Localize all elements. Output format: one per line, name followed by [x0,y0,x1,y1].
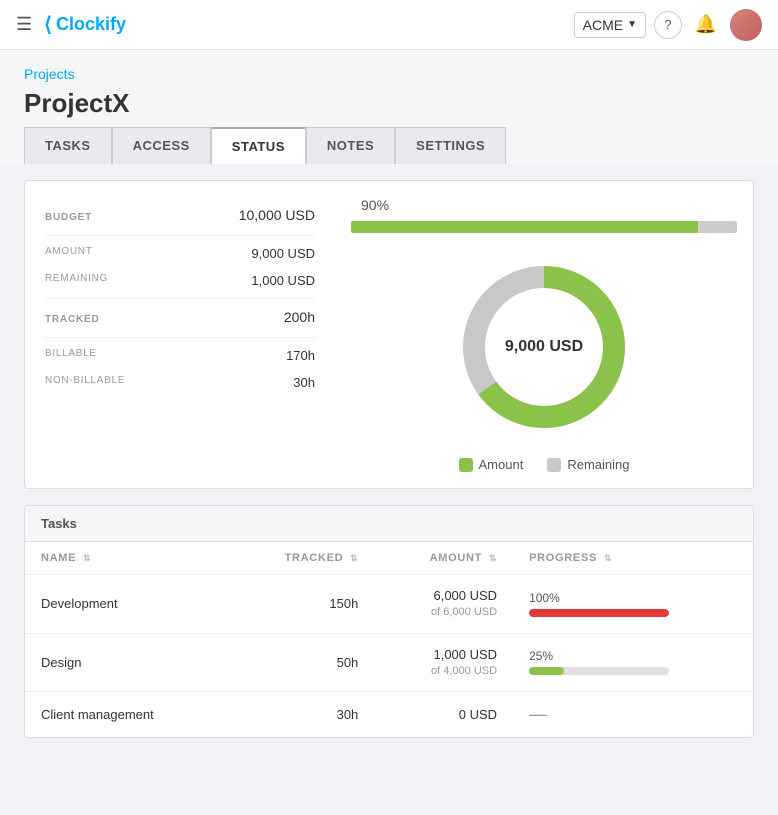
budget-section: BUDGET 10,000 USD AMOUNT 9,000 USD REMAI… [25,181,335,488]
nonbillable-label: NON-BILLABLE [45,375,125,390]
legend-remaining-dot [547,458,561,472]
amount-sub: of 6,000 USD [390,605,497,620]
donut-chart: 9,000 USD [454,257,634,437]
tasks-panel-header: Tasks [25,506,753,542]
breadcrumb-link[interactable]: Projects [24,66,75,82]
amount-row: AMOUNT 9,000 USD [45,240,315,267]
breadcrumb-area: Projects ProjectX [0,50,778,127]
amount-main: 0 USD [390,706,497,724]
remaining-value: 1,000 USD [251,273,315,288]
legend-amount-dot [459,458,473,472]
amount-label: AMOUNT [45,246,93,261]
remaining-label: REMAINING [45,273,108,288]
page-title: ProjectX [24,88,754,119]
task-progress-fill [529,609,669,617]
sort-amount-icon: ⇅ [489,553,497,563]
progress-dash: — [529,704,547,724]
table-row: Development150h6,000 USDof 6,000 USD 100… [25,575,753,634]
col-name[interactable]: NAME ⇅ [25,542,227,575]
task-name-cell: Development [25,575,227,634]
tab-access[interactable]: ACCESS [112,127,211,164]
task-progress-cell: 100% [513,575,753,634]
task-amount-cell: 1,000 USDof 4,000 USD [374,633,513,692]
nonbillable-value: 30h [293,375,315,390]
sort-progress-icon: ⇅ [604,553,612,563]
chart-section: 90% 9,000 USD Amount [335,181,753,488]
table-row: Design50h1,000 USDof 4,000 USD 25% [25,633,753,692]
tracked-total-row: TRACKED 200h [45,299,315,338]
nonbillable-row: NON-BILLABLE 30h [45,369,315,396]
sort-name-icon: ⇅ [83,553,91,563]
progress-label: 100% [529,591,737,605]
tab-tasks[interactable]: TASKS [24,127,112,164]
table-header-row: NAME ⇅ TRACKED ⇅ AMOUNT ⇅ PROGRESS ⇅ [25,542,753,575]
acme-button[interactable]: ACME ▼ [574,12,646,38]
tab-status[interactable]: STATUS [211,127,306,164]
chart-legend: Amount Remaining [459,457,630,472]
app-logo: ⟨ Clockify [44,12,574,37]
task-progress-cell: — [513,692,753,738]
chevron-down-icon: ▼ [627,19,637,30]
tabs-bar: TASKS ACCESS STATUS NOTES SETTINGS [0,127,778,164]
tracked-value: 200h [284,309,315,325]
task-amount-cell: 0 USD [374,692,513,738]
task-name-cell: Design [25,633,227,692]
col-progress[interactable]: PROGRESS ⇅ [513,542,753,575]
logo-text: Clockify [56,14,126,35]
sort-tracked-icon: ⇅ [350,553,358,563]
logo-bracket: ⟨ [44,12,52,37]
bell-icon[interactable]: 🔔 [690,9,722,41]
budget-total-row: BUDGET 10,000 USD [45,197,315,236]
progress-label: 25% [529,649,737,663]
task-tracked-cell: 150h [227,575,374,634]
col-tracked[interactable]: TRACKED ⇅ [227,542,374,575]
tasks-table: NAME ⇅ TRACKED ⇅ AMOUNT ⇅ PROGRESS ⇅ [25,542,753,737]
billable-label: BILLABLE [45,348,97,363]
task-tracked-cell: 30h [227,692,374,738]
legend-remaining-label: Remaining [567,457,629,472]
tracked-label: TRACKED [45,314,100,325]
legend-remaining: Remaining [547,457,629,472]
task-tracked-cell: 50h [227,633,374,692]
amount-remaining-section: AMOUNT 9,000 USD REMAINING 1,000 USD [45,236,315,299]
remaining-row: REMAINING 1,000 USD [45,267,315,294]
amount-sub: of 4,000 USD [390,664,497,679]
avatar-image [730,9,762,41]
donut-center-value: 9,000 USD [505,338,583,356]
budget-label: BUDGET [45,212,92,223]
help-button[interactable]: ? [654,11,682,39]
legend-amount-label: Amount [479,457,524,472]
amount-main: 6,000 USD [390,587,497,605]
tab-settings[interactable]: SETTINGS [395,127,506,164]
table-row: Client management30h 0 USD — [25,692,753,738]
legend-amount: Amount [459,457,524,472]
col-amount[interactable]: AMOUNT ⇅ [374,542,513,575]
menu-icon[interactable]: ☰ [16,14,32,35]
chart-progress-bar [351,221,737,233]
budget-total-value: 10,000 USD [239,207,315,223]
task-progress-bar [529,667,669,675]
billable-value: 170h [286,348,315,363]
tab-notes[interactable]: NOTES [306,127,395,164]
task-progress-bar [529,609,669,617]
amount-value: 9,000 USD [251,246,315,261]
task-name-cell: Client management [25,692,227,738]
billable-row: BILLABLE 170h [45,342,315,369]
avatar[interactable] [730,9,762,41]
header-right: ACME ▼ ? 🔔 [574,9,762,41]
billable-section: BILLABLE 170h NON-BILLABLE 30h [45,338,315,400]
task-progress-cell: 25% [513,633,753,692]
task-amount-cell: 6,000 USDof 6,000 USD [374,575,513,634]
app-header: ☰ ⟨ Clockify ACME ▼ ? 🔔 [0,0,778,50]
tasks-panel: Tasks NAME ⇅ TRACKED ⇅ AMOUNT ⇅ [24,505,754,738]
chart-progress-fill [351,221,698,233]
task-progress-fill [529,667,564,675]
amount-main: 1,000 USD [390,646,497,664]
acme-label: ACME [583,17,623,33]
budget-panel: BUDGET 10,000 USD AMOUNT 9,000 USD REMAI… [24,180,754,489]
main-content: BUDGET 10,000 USD AMOUNT 9,000 USD REMAI… [0,164,778,754]
percent-label: 90% [361,197,389,213]
